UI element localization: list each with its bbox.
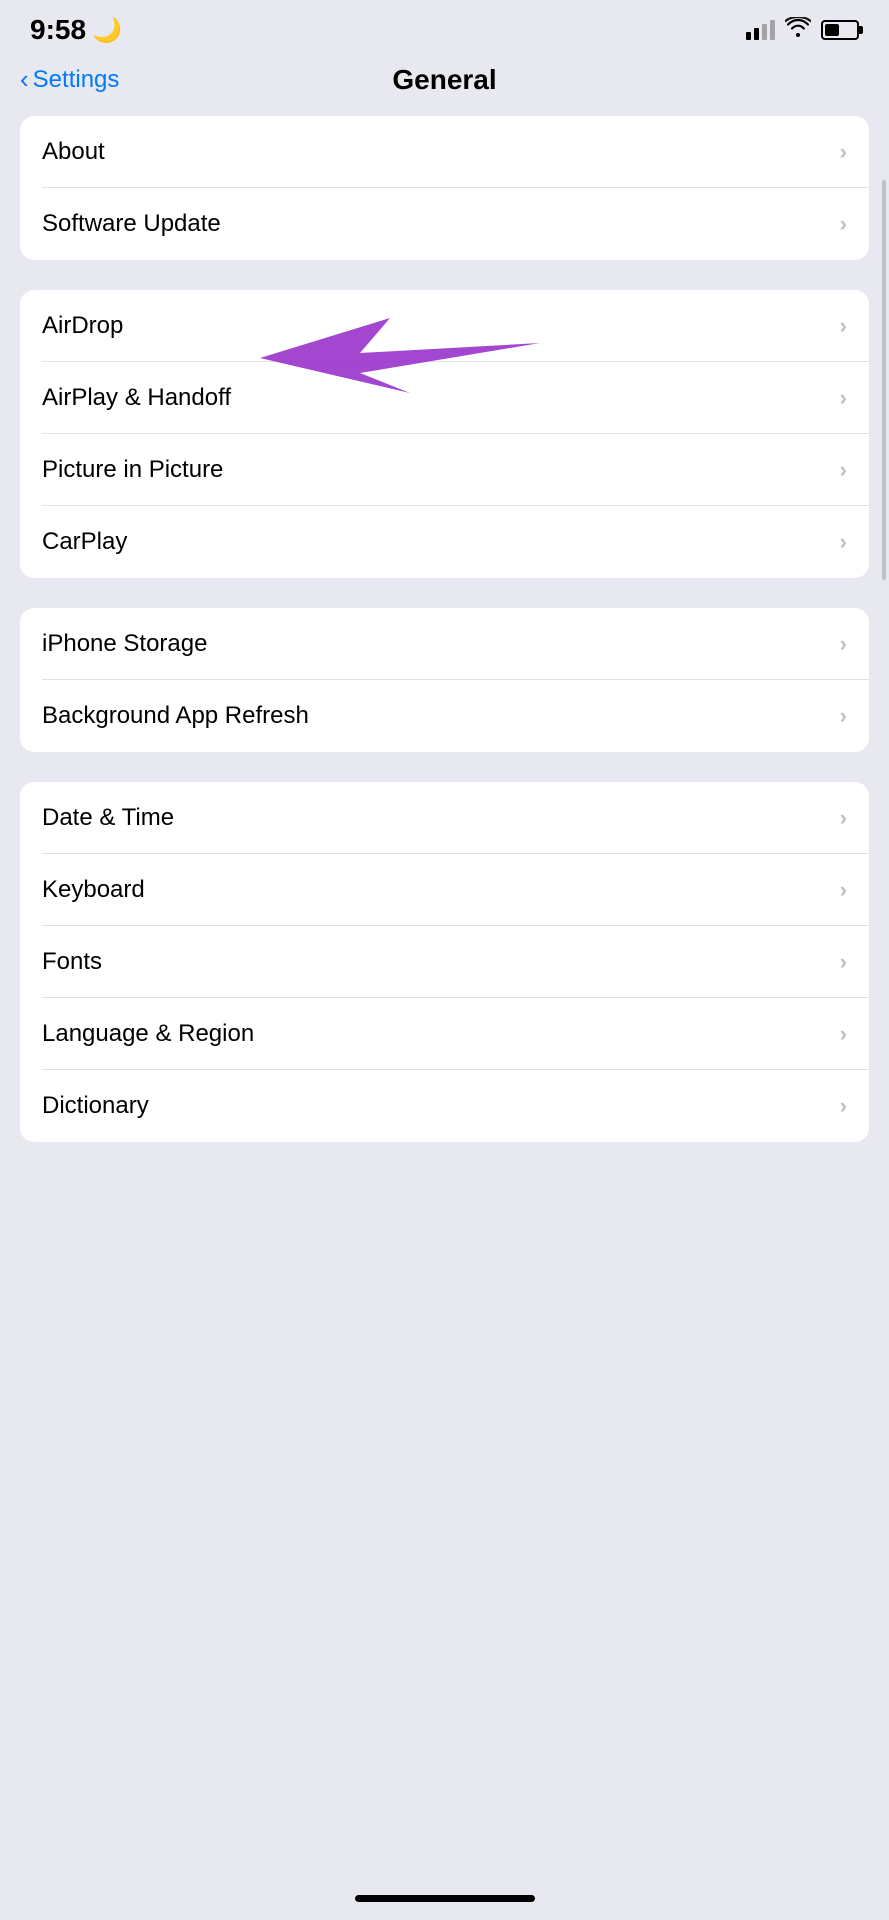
settings-row-airdrop[interactable]: AirDrop › — [20, 290, 869, 362]
dictionary-chevron-icon: › — [840, 1093, 847, 1119]
settings-row-carplay[interactable]: CarPlay › — [20, 506, 869, 578]
about-label: About — [42, 138, 105, 166]
moon-icon: 🌙 — [92, 16, 122, 45]
settings-row-about[interactable]: About › — [20, 116, 869, 188]
dictionary-label: Dictionary — [42, 1092, 149, 1120]
background-app-refresh-label: Background App Refresh — [42, 702, 309, 730]
settings-row-airplay-handoff[interactable]: AirPlay & Handoff › — [20, 362, 869, 434]
battery-body — [821, 20, 859, 40]
battery-fill — [825, 24, 839, 36]
settings-row-picture-in-picture[interactable]: Picture in Picture › — [20, 434, 869, 506]
status-icons — [746, 17, 859, 43]
status-bar: 9:58 🌙 — [0, 0, 889, 54]
settings-row-date-time[interactable]: Date & Time › — [20, 782, 869, 854]
page-title: General — [392, 64, 496, 96]
settings-group-3: iPhone Storage › Background App Refresh … — [20, 608, 869, 752]
signal-bar-3 — [762, 24, 767, 40]
settings-row-software-update[interactable]: Software Update › — [20, 188, 869, 260]
settings-container: About › Software Update › AirDrop › AirP… — [0, 116, 889, 1142]
keyboard-label: Keyboard — [42, 876, 145, 904]
about-chevron-icon: › — [840, 139, 847, 165]
nav-header: ‹ Settings General — [0, 54, 889, 116]
airplay-handoff-chevron-icon: › — [840, 385, 847, 411]
wifi-icon — [785, 17, 811, 43]
settings-row-fonts[interactable]: Fonts › — [20, 926, 869, 998]
iphone-storage-chevron-icon: › — [840, 631, 847, 657]
back-button[interactable]: ‹ Settings — [20, 66, 119, 94]
back-chevron-icon: ‹ — [20, 66, 29, 92]
fonts-chevron-icon: › — [840, 949, 847, 975]
status-time: 9:58 🌙 — [30, 14, 122, 46]
language-region-chevron-icon: › — [840, 1021, 847, 1047]
fonts-label: Fonts — [42, 948, 102, 976]
scrollbar[interactable] — [882, 180, 886, 580]
battery-icon — [821, 20, 859, 40]
background-app-refresh-chevron-icon: › — [840, 703, 847, 729]
signal-icon — [746, 20, 775, 40]
airdrop-chevron-icon: › — [840, 313, 847, 339]
keyboard-chevron-icon: › — [840, 877, 847, 903]
date-time-label: Date & Time — [42, 804, 174, 832]
carplay-chevron-icon: › — [840, 529, 847, 555]
airplay-handoff-label: AirPlay & Handoff — [42, 384, 231, 412]
settings-row-iphone-storage[interactable]: iPhone Storage › — [20, 608, 869, 680]
date-time-chevron-icon: › — [840, 805, 847, 831]
carplay-label: CarPlay — [42, 528, 127, 556]
signal-bar-1 — [746, 32, 751, 40]
airdrop-label: AirDrop — [42, 312, 123, 340]
picture-in-picture-chevron-icon: › — [840, 457, 847, 483]
picture-in-picture-label: Picture in Picture — [42, 456, 223, 484]
software-update-chevron-icon: › — [840, 211, 847, 237]
time-display: 9:58 — [30, 14, 86, 46]
settings-group-2: AirDrop › AirPlay & Handoff › Picture in… — [20, 290, 869, 578]
settings-row-language-region[interactable]: Language & Region › — [20, 998, 869, 1070]
settings-row-keyboard[interactable]: Keyboard › — [20, 854, 869, 926]
settings-group-4: Date & Time › Keyboard › Fonts › Languag… — [20, 782, 869, 1142]
settings-row-background-app-refresh[interactable]: Background App Refresh › — [20, 680, 869, 752]
settings-group-1: About › Software Update › — [20, 116, 869, 260]
home-indicator — [355, 1895, 535, 1902]
software-update-label: Software Update — [42, 210, 221, 238]
iphone-storage-label: iPhone Storage — [42, 630, 207, 658]
signal-bar-2 — [754, 28, 759, 40]
back-label: Settings — [33, 66, 120, 94]
signal-bar-4 — [770, 20, 775, 40]
settings-row-dictionary[interactable]: Dictionary › — [20, 1070, 869, 1142]
language-region-label: Language & Region — [42, 1020, 254, 1048]
